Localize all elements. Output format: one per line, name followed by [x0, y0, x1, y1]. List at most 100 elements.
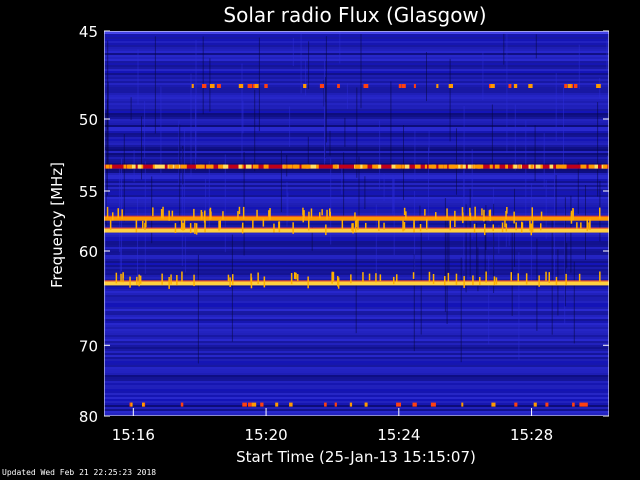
band-burst	[438, 164, 444, 169]
band-spike	[517, 273, 519, 282]
band-burst	[491, 402, 496, 407]
time-column	[525, 120, 527, 231]
band-burst	[242, 402, 247, 407]
band-spike	[402, 220, 404, 232]
band-burst	[494, 164, 500, 169]
band-burst	[564, 84, 567, 88]
band-burst	[137, 164, 142, 169]
time-column	[551, 220, 553, 335]
band-spike	[506, 207, 508, 214]
band-spike	[570, 210, 573, 221]
band-spike	[120, 273, 122, 283]
band-spike	[142, 220, 144, 229]
band-spike	[136, 276, 138, 285]
spectral-row	[104, 83, 609, 85]
band-burst	[260, 402, 264, 407]
time-column	[566, 242, 568, 269]
band-spike	[572, 208, 574, 216]
band-spike	[472, 275, 474, 286]
band-spike	[295, 272, 297, 280]
band-spike	[495, 277, 498, 285]
band-spike	[413, 222, 415, 233]
band-spike	[210, 211, 212, 219]
y-tick-label: 55	[79, 183, 98, 201]
spectral-row	[104, 55, 609, 57]
band-spike	[362, 272, 364, 283]
spectral-row	[104, 349, 609, 351]
band-burst	[283, 164, 287, 169]
time-column	[344, 117, 346, 147]
band-burst	[168, 164, 173, 169]
spectral-row	[104, 355, 609, 357]
band-burst	[401, 84, 406, 88]
time-column	[104, 224, 106, 331]
band-spike	[578, 273, 581, 282]
spectral-row	[104, 63, 609, 65]
band-burst	[540, 164, 543, 169]
spectral-row	[104, 75, 609, 77]
band-spike	[310, 208, 313, 218]
band-burst	[518, 164, 521, 169]
band-spike	[161, 273, 163, 285]
band-spike	[341, 219, 344, 230]
band-spike	[454, 219, 456, 227]
band-burst	[396, 402, 401, 407]
spectral-row	[104, 51, 609, 53]
band-spike	[515, 222, 517, 231]
x-tick-label: 15:24	[377, 426, 420, 444]
spectral-row	[104, 387, 609, 389]
band-spike	[538, 275, 540, 287]
band-spike	[352, 223, 354, 234]
band-burst	[275, 402, 279, 407]
band-burst	[154, 164, 160, 169]
band-burst	[105, 164, 110, 169]
band-spike	[181, 271, 183, 282]
band-spike	[463, 276, 465, 288]
band-burst	[436, 84, 439, 88]
time-column	[534, 125, 536, 181]
time-column	[554, 165, 555, 282]
band-spike	[257, 272, 259, 284]
band-burst	[372, 164, 375, 169]
band-spike	[297, 274, 299, 281]
time-column	[292, 37, 294, 67]
band-spike	[193, 208, 195, 218]
time-column	[555, 175, 557, 221]
band-burst	[412, 402, 417, 407]
time-column	[190, 73, 192, 178]
time-column	[339, 31, 341, 64]
band-spike	[162, 206, 164, 219]
band-spike	[444, 276, 446, 286]
spectral-row	[104, 385, 609, 387]
spectral-row	[104, 413, 609, 415]
band-spike	[273, 223, 275, 233]
spectral-row	[104, 341, 609, 343]
band-spike	[325, 224, 327, 236]
time-column	[578, 44, 580, 89]
band-spike	[171, 210, 174, 217]
band-burst	[191, 84, 194, 88]
band-spike	[530, 223, 532, 236]
band-spike	[106, 206, 109, 218]
band-spike	[462, 212, 464, 224]
band-burst	[289, 402, 293, 407]
emission-band	[104, 164, 609, 169]
y-tick-label: 80	[79, 408, 98, 426]
band-spike	[565, 273, 567, 286]
band-spike	[294, 272, 296, 280]
band-burst	[579, 402, 585, 407]
spectral-row	[104, 47, 609, 49]
band-burst	[334, 402, 337, 407]
band-spike	[176, 275, 178, 286]
spectral-row	[104, 395, 609, 397]
band-spike	[329, 211, 331, 218]
time-column	[356, 87, 358, 178]
band-burst	[460, 164, 463, 169]
band-spike	[263, 276, 266, 288]
time-column	[360, 34, 362, 109]
band-spike	[122, 273, 124, 283]
band-spike	[428, 271, 431, 283]
time-column	[160, 86, 162, 173]
band-spike	[189, 223, 192, 234]
band-spike	[435, 212, 437, 219]
